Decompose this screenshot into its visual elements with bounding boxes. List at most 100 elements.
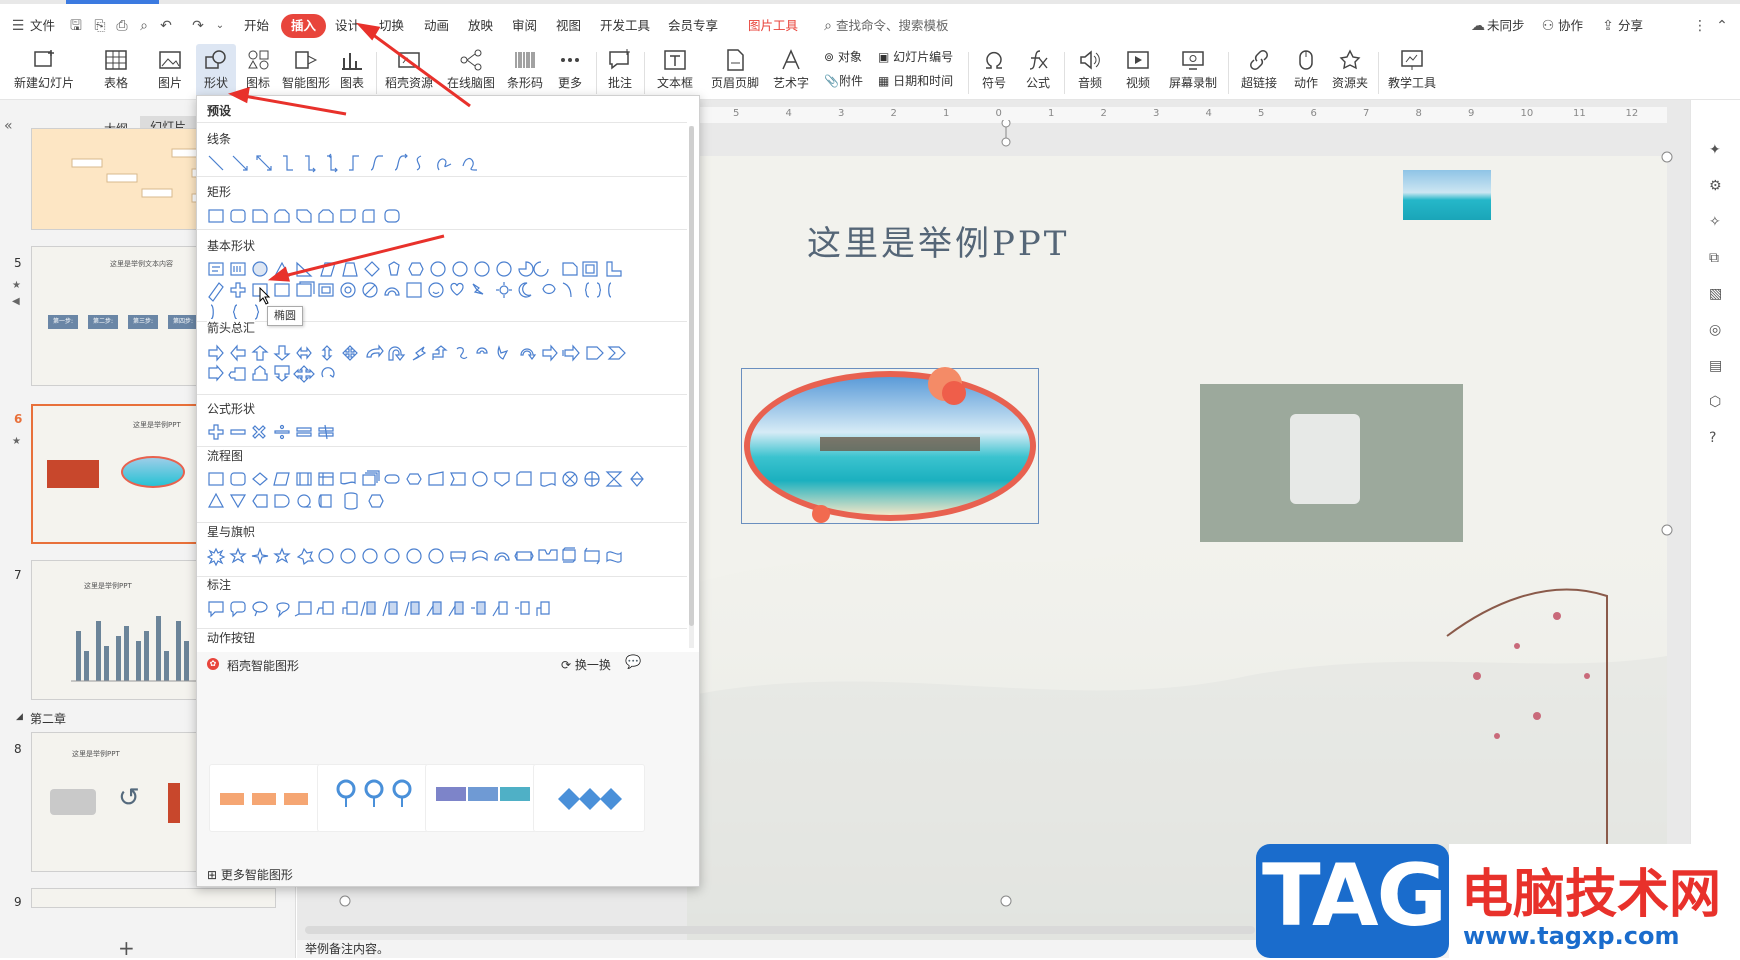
mouse-icon [1299, 50, 1313, 70]
section-rectangles: 矩形 [207, 185, 232, 199]
collapse-panel-icon[interactable]: « [4, 118, 13, 134]
feedback-icon[interactable]: 💬 [625, 655, 641, 670]
preview-icon[interactable]: ⌕ [136, 18, 152, 34]
mindmap-button[interactable]: 在线脑图 [444, 44, 498, 100]
tab-insert[interactable]: 插入 [281, 14, 327, 38]
screen-record-button[interactable]: 屏幕录制 [1166, 44, 1220, 100]
lines-shapes[interactable] [207, 152, 687, 174]
textbox-button[interactable]: 文本框 [650, 44, 700, 100]
horizontal-scrollbar[interactable] [305, 926, 1255, 934]
more-menu-icon[interactable]: ⋮ [1692, 18, 1708, 34]
teaching-tools-button[interactable]: 教学工具 [1384, 44, 1440, 100]
slide-thumb-9[interactable] [31, 888, 276, 908]
arrow-shapes[interactable] [207, 343, 687, 387]
collapse-ribbon-icon[interactable]: ⌃ [1714, 18, 1730, 34]
table-button[interactable]: 表格 [96, 44, 136, 100]
flowchart-shapes[interactable] [207, 469, 687, 513]
icon-button[interactable]: 图标 [240, 44, 276, 100]
save-icon[interactable]: 🖫 [68, 18, 84, 34]
new-slide-button[interactable]: 新建幻灯片 [4, 44, 84, 100]
object-button[interactable]: ⊚ 对象 [824, 48, 862, 65]
smart-graphic-card[interactable] [425, 764, 537, 832]
refresh-button[interactable]: ⟳ 换一换 [561, 656, 611, 673]
formula-button[interactable]: 公式 [1018, 44, 1058, 100]
video-button[interactable]: 视频 [1118, 44, 1158, 100]
share-button[interactable]: 分享 [1618, 14, 1643, 38]
picture-button[interactable]: 图片 [150, 44, 190, 100]
help-icon[interactable]: ? [1709, 430, 1716, 446]
print-icon[interactable]: ⎙ [114, 18, 130, 34]
image-edit-icon[interactable]: ▧ [1709, 286, 1722, 302]
comment-button[interactable]: 批注 [602, 44, 638, 100]
smart-graphic-card[interactable] [533, 764, 645, 832]
section-title[interactable]: 第二章 [30, 710, 66, 727]
divider [197, 446, 687, 447]
adjust-icon[interactable]: ⚙ [1709, 178, 1722, 194]
tab-view[interactable]: 视图 [556, 14, 581, 38]
hyperlink-button[interactable]: 超链接 [1234, 44, 1284, 100]
ruler-tick-label: 11 [1573, 108, 1586, 119]
datetime-button[interactable]: ▦ 日期和时间 [878, 72, 953, 89]
shape-button[interactable]: 形状 [196, 44, 236, 100]
smart-graphic-card[interactable] [317, 764, 429, 832]
u-turn-arrow-thumb: ↺ [118, 783, 140, 813]
section-lines: 线条 [207, 132, 232, 146]
ruler-tick-label: 4 [1205, 108, 1212, 119]
tab-start[interactable]: 开始 [244, 14, 269, 38]
barcode-button[interactable]: 条形码 [504, 44, 546, 100]
section-arrows: 箭头总汇 [207, 319, 256, 336]
smart-graphic-card[interactable] [209, 764, 321, 832]
watermark-text-area: 电脑技术网 www.tagxp.com [1449, 844, 1740, 958]
attachment-button[interactable]: 📎附件 [824, 72, 863, 89]
word-art-button[interactable]: 艺术字 [766, 44, 816, 100]
callout-shapes[interactable] [207, 598, 687, 620]
hamburger-icon[interactable]: ☰ [10, 18, 26, 34]
ruler-tick-label: 1 [943, 108, 950, 119]
tab-review[interactable]: 审阅 [512, 14, 537, 38]
star-shapes[interactable] [207, 546, 687, 568]
audio-button[interactable]: 音频 [1070, 44, 1110, 100]
header-footer-icon [727, 49, 744, 71]
action-button[interactable]: 动作 [1288, 44, 1324, 100]
export-icon[interactable]: ⎘ [92, 18, 108, 34]
equation-shapes[interactable] [207, 422, 687, 444]
pin-icon[interactable]: ✧ [1709, 214, 1721, 230]
smart-art-button[interactable]: 智能图形 [280, 44, 332, 100]
resource-folder-button[interactable]: 资源夹 [1328, 44, 1372, 100]
tab-picture-tools[interactable]: 图片工具 [748, 14, 798, 38]
header-footer-button[interactable]: 页眉页脚 [708, 44, 762, 100]
more-smart-graphics-button[interactable]: ⊞ 更多智能图形 [207, 866, 293, 883]
menu-file[interactable]: 文件 [30, 14, 55, 38]
slide-number-button[interactable]: ▣ 幻灯片编号 [878, 48, 953, 65]
cube-icon[interactable]: ⬡ [1709, 394, 1721, 410]
card-block [468, 787, 498, 801]
tab-transition[interactable]: 切换 [379, 14, 404, 38]
tab-developer[interactable]: 开发工具 [600, 14, 650, 38]
add-slide-icon[interactable]: + [118, 936, 135, 960]
book-icon[interactable]: ▤ [1709, 358, 1722, 374]
wand-icon[interactable]: ✦ [1709, 142, 1721, 158]
dropdown-scrollbar[interactable] [689, 126, 694, 626]
menu-bar: ☰ 文件 🖫 ⎘ ⎙ ⌕ ↶ ↷ ⌄ 开始 插入 设计 切换 动画 放映 审阅 … [0, 0, 1740, 44]
rectangle-shapes[interactable] [207, 206, 687, 228]
section-collapse-icon[interactable]: ◢ [16, 712, 23, 722]
redo-icon[interactable]: ↷ [190, 18, 206, 34]
ribbon-toolbar: 新建幻灯片 表格 图片 形状 图标 智能图形 图表 稻壳资源 在线脑图 条形码 … [0, 44, 1740, 100]
tab-animation[interactable]: 动画 [424, 14, 449, 38]
object-icon: ⊚ [824, 50, 835, 64]
tab-slideshow[interactable]: 放映 [468, 14, 493, 38]
more-button[interactable]: 更多 [552, 44, 588, 100]
sync-status[interactable]: 未同步 [1487, 14, 1525, 38]
search-input[interactable]: 查找命令、搜索模板 [836, 14, 949, 38]
daoke-resource-button[interactable]: 稻壳资源 [382, 44, 436, 100]
chart-button[interactable]: 图表 [334, 44, 370, 100]
location-icon[interactable]: ◎ [1709, 322, 1721, 338]
tab-design[interactable]: 设计 [335, 14, 360, 38]
tab-member[interactable]: 会员专享 [668, 14, 718, 38]
watermark: TAG 电脑技术网 www.tagxp.com [1256, 844, 1740, 958]
undo-icon[interactable]: ↶ [158, 18, 174, 34]
copy-icon[interactable]: ⧉ [1709, 250, 1719, 266]
collab-button[interactable]: 协作 [1558, 14, 1583, 38]
quick-access-dropdown-icon[interactable]: ⌄ [212, 18, 228, 34]
symbol-button[interactable]: 符号 [974, 44, 1014, 100]
